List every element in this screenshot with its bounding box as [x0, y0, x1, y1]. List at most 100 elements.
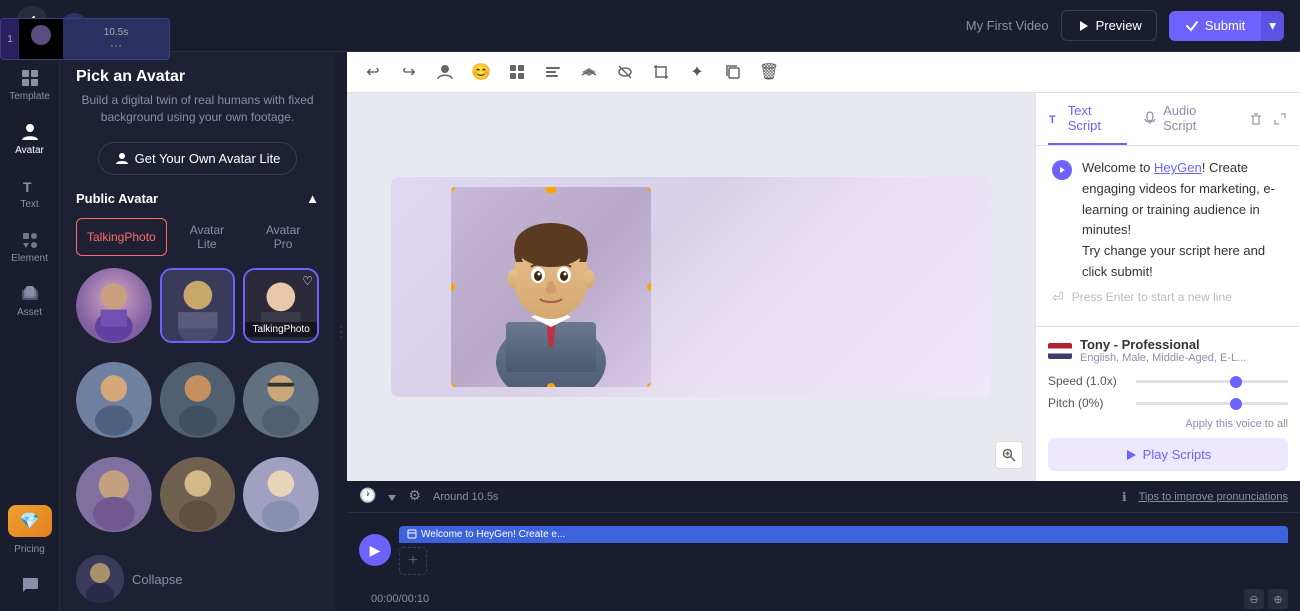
person-add-icon [115, 151, 129, 165]
clock-icon[interactable]: 🕐 [359, 487, 376, 506]
translate-icon[interactable] [384, 487, 400, 506]
grid-icon [20, 68, 40, 88]
zoom-button[interactable] [995, 441, 1023, 469]
submit-button[interactable]: Submit [1169, 11, 1261, 41]
top-bar: HeyGen My First Video Preview Submit ▾ [0, 0, 1300, 52]
editor-toolbar: ↩ ↪ 😊 [347, 52, 1300, 93]
avatar-panel: Pick an Avatar Build a digital twin of r… [60, 52, 335, 611]
collapse-button[interactable]: Collapse [132, 572, 183, 587]
hide-button[interactable] [611, 58, 639, 86]
layers-toolbar-icon [580, 63, 598, 81]
script-tabs: T Text Script Audio Script [1036, 93, 1300, 146]
tab-avatar-pro[interactable]: Avatar Pro [247, 218, 319, 256]
zoom-icon [1002, 448, 1016, 462]
avatar-item-8[interactable] [160, 457, 236, 533]
timeline-area: 🕐 ⚙ Around 10.5s ℹ Tips to improve pronu… [347, 481, 1300, 611]
scene-icon [407, 529, 417, 539]
trash-script-icon[interactable] [1248, 111, 1264, 127]
clip-info: 10.5s ··· [63, 52, 169, 59]
sidebar-item-avatar[interactable]: Avatar [4, 114, 56, 164]
sidebar-item-help[interactable] [4, 567, 56, 603]
play-script-icon[interactable] [1052, 160, 1072, 180]
sidebar-item-template[interactable]: Template [4, 60, 56, 110]
speed-label: Speed (1.0x) [1048, 374, 1128, 388]
element-icon [20, 230, 40, 250]
avatar-panel-subtitle: Build a digital twin of real humans with… [76, 92, 319, 126]
get-avatar-button[interactable]: Get Your Own Avatar Lite [98, 142, 298, 175]
script-content: Welcome to HeyGen! Create engaging video… [1036, 146, 1300, 326]
flag-icon [1048, 343, 1072, 359]
avatar-item-1[interactable] [76, 268, 152, 344]
tips-link[interactable]: Tips to improve pronunciations [1139, 491, 1288, 503]
sidebar-item-asset[interactable]: Asset [4, 276, 56, 326]
clip-thumbnail [19, 52, 63, 59]
sidebar-item-text[interactable]: T Text [4, 168, 56, 218]
duplicate-button[interactable] [719, 58, 747, 86]
resize-handle[interactable]: ⋮ [335, 52, 347, 611]
sidebar-item-element[interactable]: Element [4, 222, 56, 272]
avatar-item-9[interactable] [243, 457, 319, 533]
timeline-play-button[interactable]: ▶ [359, 534, 391, 566]
pitch-slider[interactable] [1136, 402, 1288, 405]
handle-bottom-right[interactable] [647, 383, 651, 387]
public-avatar-header: Public Avatar ▲ [60, 183, 335, 214]
avatar-item-5[interactable] [160, 362, 236, 438]
layers-button[interactable] [575, 58, 603, 86]
avatar-item-6[interactable] [243, 362, 319, 438]
tab-avatar-lite[interactable]: Avatar Lite [171, 218, 243, 256]
avatar-item-2[interactable] [160, 268, 236, 344]
sidebar-item-pricing[interactable]: 💎 Pricing [4, 493, 56, 563]
play-scripts-button[interactable]: Play Scripts [1048, 438, 1288, 471]
avatar-item-4[interactable] [76, 362, 152, 438]
script-tab-actions [1248, 111, 1288, 127]
ai-icon[interactable]: ⚙ [408, 487, 421, 506]
script-play-line: Welcome to HeyGen! Create engaging video… [1052, 158, 1284, 283]
avatar-toolbar-button[interactable] [431, 58, 459, 86]
avatar-item-7[interactable] [76, 457, 152, 533]
timeline-clip[interactable]: 1 10.5s ··· [0, 52, 170, 60]
handle-top-middle[interactable] [546, 187, 556, 193]
add-clip-button[interactable]: + [399, 547, 427, 575]
svg-text:T: T [23, 179, 32, 195]
emoji-button[interactable]: 😊 [467, 58, 495, 86]
tab-audio-script[interactable]: Audio Script [1143, 93, 1232, 145]
voice-section: Tony - Professional English, Male, Middl… [1036, 326, 1300, 481]
undo-button[interactable]: ↩ [359, 58, 387, 86]
timeline-collapse-button[interactable]: ⊖ [1244, 589, 1264, 609]
around-time: Around 10.5s [433, 491, 498, 503]
eye-off-toolbar-icon [616, 63, 634, 81]
crop-button[interactable] [647, 58, 675, 86]
clip-index: 1 [1, 52, 19, 59]
right-panel: T Text Script Audio Script [1035, 93, 1300, 481]
sidebar: Template Avatar T Text Element Asset [0, 52, 60, 611]
timeline-time-display: 00:00/00:10 [359, 589, 441, 609]
timeline-toolbar: 🕐 ⚙ Around 10.5s ℹ Tips to improve pronu… [347, 481, 1300, 513]
redo-button[interactable]: ↪ [395, 58, 423, 86]
canvas-wrapper [391, 177, 991, 397]
delete-button[interactable]: 🗑 [755, 58, 783, 86]
magic-button[interactable]: ✦ [683, 58, 711, 86]
speed-slider[interactable] [1136, 380, 1288, 383]
handle-bottom-middle[interactable] [547, 383, 555, 387]
expand-script-icon[interactable] [1272, 111, 1288, 127]
enter-icon: ⏎ [1052, 289, 1064, 306]
handle-right-middle[interactable] [647, 283, 651, 291]
voice-row: Tony - Professional English, Male, Middl… [1048, 337, 1288, 364]
asset-icon [20, 284, 40, 304]
collapse-row: Collapse [60, 547, 335, 611]
timeline-label-track: Welcome to HeyGen! Create e... [399, 526, 1288, 543]
text-align-button[interactable] [539, 58, 567, 86]
submit-dropdown-button[interactable]: ▾ [1261, 11, 1284, 41]
heygen-link[interactable]: HeyGen [1154, 160, 1202, 175]
script-text[interactable]: Welcome to HeyGen! Create engaging video… [1082, 158, 1284, 283]
preview-button[interactable]: Preview [1061, 10, 1157, 41]
layout-button[interactable] [503, 58, 531, 86]
tab-text-script[interactable]: T Text Script [1048, 93, 1127, 145]
timeline-expand-button[interactable]: ⊕ [1268, 589, 1288, 609]
canvas-avatar[interactable] [451, 187, 651, 387]
canvas-area [347, 93, 1035, 481]
tab-talking-photo[interactable]: TalkingPhoto [76, 218, 167, 256]
pricing-badge: 💎 [8, 505, 52, 537]
avatar-item-3[interactable]: TalkingPhoto ♡ [243, 268, 319, 344]
person-icon [20, 122, 40, 142]
